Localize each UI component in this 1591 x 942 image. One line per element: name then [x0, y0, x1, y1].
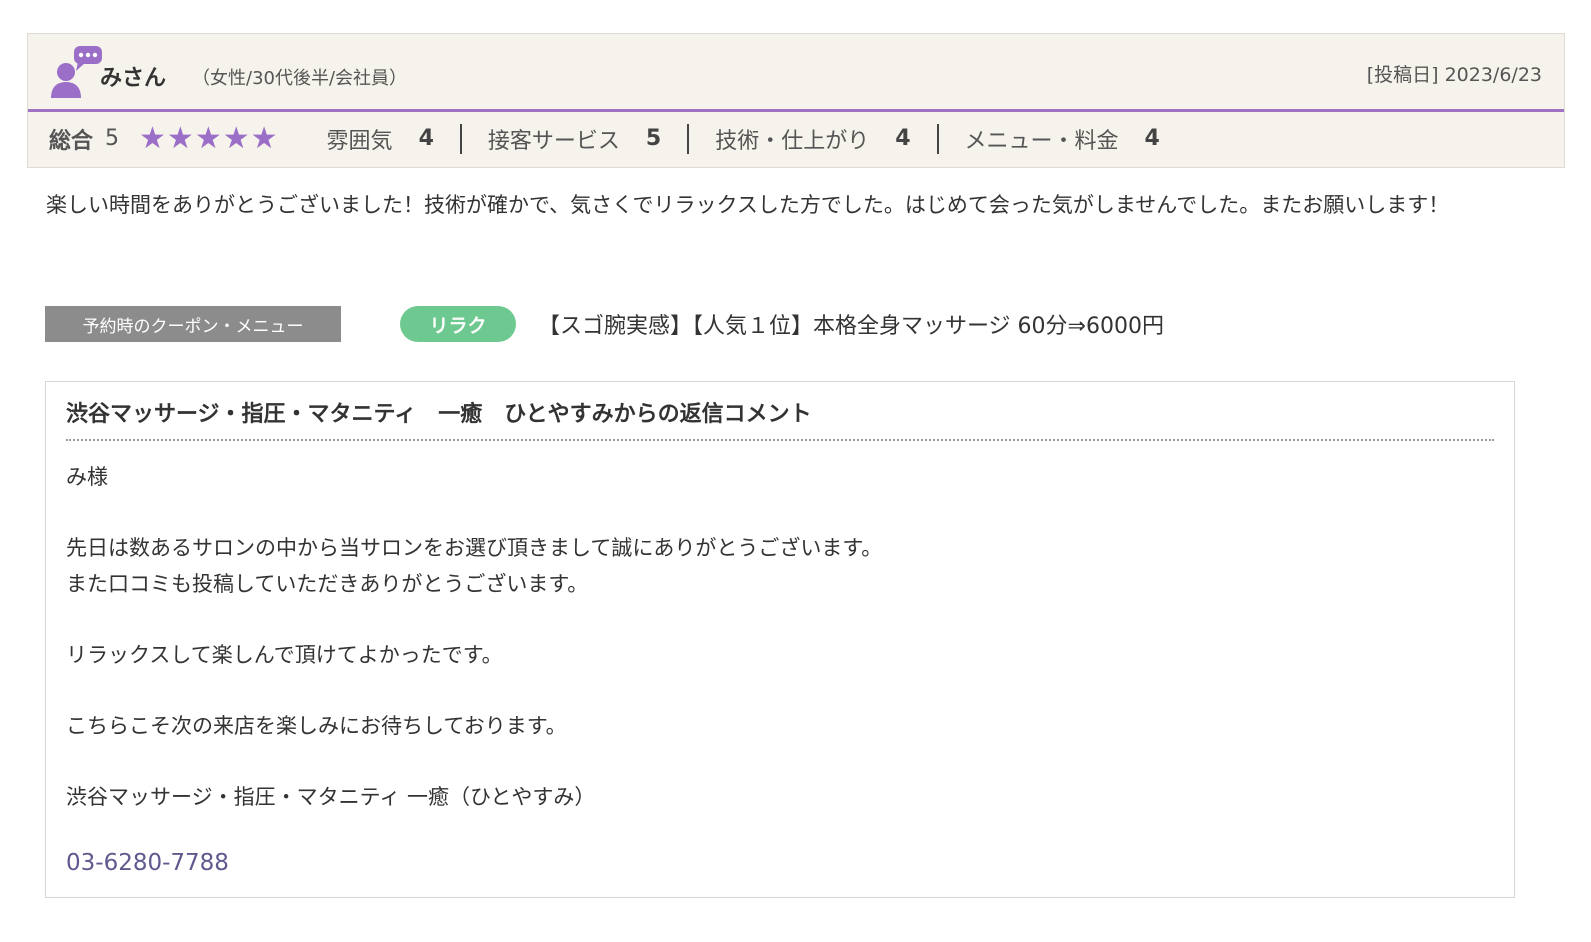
reply-title: 渋谷マッサージ・指圧・マタニティ 一癒 ひとやすみからの返信コメント	[66, 402, 812, 427]
sub-rating-value: 5	[645, 126, 662, 151]
reply-line: こちらこそ次の来店を楽しみにお待ちしております。	[66, 713, 567, 738]
reply-line	[66, 673, 882, 709]
overall-label: 総合	[49, 128, 94, 154]
reply-line	[66, 744, 882, 780]
reply-line	[66, 602, 882, 638]
sub-rating-technique: 技術・仕上がり 4	[715, 123, 910, 155]
sub-rating-service: 接客サービス 5	[488, 123, 661, 155]
dotted-divider	[66, 439, 1494, 441]
reply-line: 先日は数あるサロンの中から当サロンをお選び頂きまして誠にありがとうございます。	[66, 536, 883, 560]
reply-line	[66, 496, 882, 532]
star-icon: ★	[139, 120, 166, 156]
sub-rating-atmosphere: 雰囲気 4	[327, 123, 434, 155]
reply-line: リラックスして楽しんで頂けてよかったです。	[66, 642, 503, 667]
star-icon: ★	[250, 120, 278, 156]
divider	[687, 123, 690, 154]
coupon-row: 予約時のクーポン・メニュー リラク 【スゴ腕実感】【人気１位】本格全身マッサージ…	[45, 306, 1164, 342]
coupon-menu-name: 【スゴ腕実感】【人気１位】本格全身マッサージ 60分⇒6000円	[538, 314, 1164, 339]
user-comment-icon	[51, 46, 102, 98]
sub-ratings: 雰囲気 4 接客サービス 5 技術・仕上がり 4 メニュー・料金 4	[327, 123, 1160, 155]
sub-rating-value: 4	[418, 126, 434, 151]
reply-line: み様	[66, 465, 108, 489]
review-body: 楽しい時間をありがとうございました！技術が確かで、気さくでリラックスした方でした…	[46, 193, 1450, 217]
review-card: みさん （女性/30代後半/会社員） [投稿日] 2023/6/23 総合 5 …	[27, 33, 1565, 168]
rating-bar: 総合 5 ★ ★ ★ ★ ★ 雰囲気 4 接客サービス 5 技術・仕上がり 4 メニュー…	[28, 112, 1564, 165]
sub-rating-label: メニュー・料金	[964, 128, 1119, 154]
star-icon: ★	[194, 120, 222, 156]
star-rating: ★ ★ ★ ★ ★	[139, 120, 279, 156]
star-icon: ★	[166, 120, 194, 156]
salon-reply: 渋谷マッサージ・指圧・マタニティ 一癒 ひとやすみからの返信コメント み様 先日…	[45, 381, 1515, 898]
reply-line: また口コミも投稿していただきありがとうございます。	[66, 571, 589, 596]
divider	[936, 123, 939, 154]
review-header: みさん （女性/30代後半/会社員） [投稿日] 2023/6/23	[28, 34, 1564, 112]
star-icon: ★	[222, 120, 250, 156]
reply-text: み様 先日は数あるサロンの中から当サロンをお選び頂きまして誠にありがとうございま…	[66, 460, 882, 815]
reply-line: 渋谷マッサージ・指圧・マタニティ 一癒（ひとやすみ）	[66, 784, 596, 809]
sub-rating-menu-price: メニュー・料金 4	[965, 123, 1160, 155]
post-date: [投稿日] 2023/6/23	[1366, 64, 1542, 86]
overall-score: 5	[105, 126, 120, 151]
reviewer-attributes: （女性/30代後半/会社員）	[192, 68, 408, 89]
divider	[459, 123, 462, 154]
sub-rating-label: 接客サービス	[487, 128, 620, 154]
reviewer-name: みさん	[100, 66, 167, 91]
coupon-category-tag: リラク	[400, 306, 516, 342]
coupon-label: 予約時のクーポン・メニュー	[45, 306, 341, 342]
sub-rating-value: 4	[1144, 126, 1160, 151]
sub-rating-label: 技術・仕上がり	[715, 128, 870, 154]
sub-rating-label: 雰囲気	[326, 128, 393, 154]
sub-rating-value: 4	[895, 126, 911, 151]
phone-link[interactable]: 03-6280-7788	[66, 850, 229, 876]
